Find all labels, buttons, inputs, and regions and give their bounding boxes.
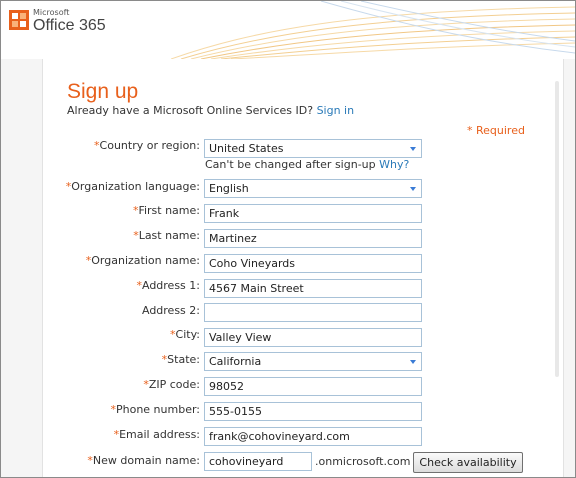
why-link[interactable]: Why? — [379, 158, 409, 171]
required-legend: * Required — [467, 124, 525, 137]
country-note-text: Can't be changed after sign-up — [205, 158, 376, 171]
address2-label: Address 2: — [141, 304, 200, 317]
last-name-label: *Last name: — [133, 229, 200, 242]
chevron-down-icon — [410, 187, 416, 191]
sign-in-link[interactable]: Sign in — [317, 104, 355, 117]
language-label: *Organization language: — [65, 180, 200, 193]
email-field[interactable]: frank@cohovineyard.com — [204, 427, 422, 446]
country-label: *Country or region: — [94, 139, 200, 152]
address1-field[interactable]: 4567 Main Street — [204, 279, 422, 298]
phone-label: *Phone number: — [110, 403, 200, 416]
required-asterisk: * — [467, 124, 473, 137]
signin-prompt: Already have a Microsoft Online Services… — [67, 104, 354, 117]
state-select[interactable]: California — [204, 352, 422, 371]
header-banner: Microsoft Office 365 — [1, 1, 575, 59]
scrollbar[interactable] — [555, 81, 559, 377]
country-select[interactable]: United States — [204, 139, 422, 158]
org-name-label: *Organization name: — [85, 254, 200, 267]
city-label: *City: — [170, 328, 200, 341]
window-frame: Microsoft Office 365 Sign up Already hav… — [0, 0, 576, 478]
chevron-down-icon — [410, 360, 416, 364]
domain-suffix: .onmicrosoft.com — [315, 455, 411, 468]
signin-prompt-text: Already have a Microsoft Online Services… — [67, 104, 314, 117]
domain-field[interactable]: cohovineyard — [204, 452, 312, 471]
language-select[interactable]: English — [204, 179, 422, 198]
office-logo-icon — [9, 10, 29, 30]
first-name-field[interactable]: Frank — [204, 204, 422, 223]
org-name-field[interactable]: Coho Vineyards — [204, 254, 422, 273]
last-name-field[interactable]: Martinez — [204, 229, 422, 248]
chevron-down-icon — [410, 147, 416, 151]
brand-office365: Office 365 — [33, 17, 106, 34]
city-field[interactable]: Valley View — [204, 328, 422, 347]
brand-microsoft: Microsoft — [33, 8, 70, 17]
first-name-label: *First name: — [132, 204, 200, 217]
office-logo: Microsoft Office 365 — [8, 9, 106, 35]
state-label: *State: — [161, 353, 200, 366]
page-title: Sign up — [67, 80, 139, 103]
country-note: Can't be changed after sign-up Why? — [205, 158, 409, 171]
email-label: *Email address: — [113, 428, 200, 441]
state-value: California — [209, 355, 262, 368]
check-availability-button[interactable]: Check availability — [413, 452, 523, 473]
zip-label: *ZIP code: — [143, 378, 200, 391]
phone-field[interactable]: 555-0155 — [204, 402, 422, 421]
zip-field[interactable]: 98052 — [204, 377, 422, 396]
required-text: Required — [476, 124, 525, 137]
address1-label: *Address 1: — [136, 279, 200, 292]
domain-label: *New domain name: — [87, 454, 200, 467]
address2-field[interactable] — [204, 303, 422, 322]
language-value: English — [209, 182, 249, 195]
decorative-swoosh — [171, 1, 575, 59]
country-value: United States — [209, 142, 284, 155]
